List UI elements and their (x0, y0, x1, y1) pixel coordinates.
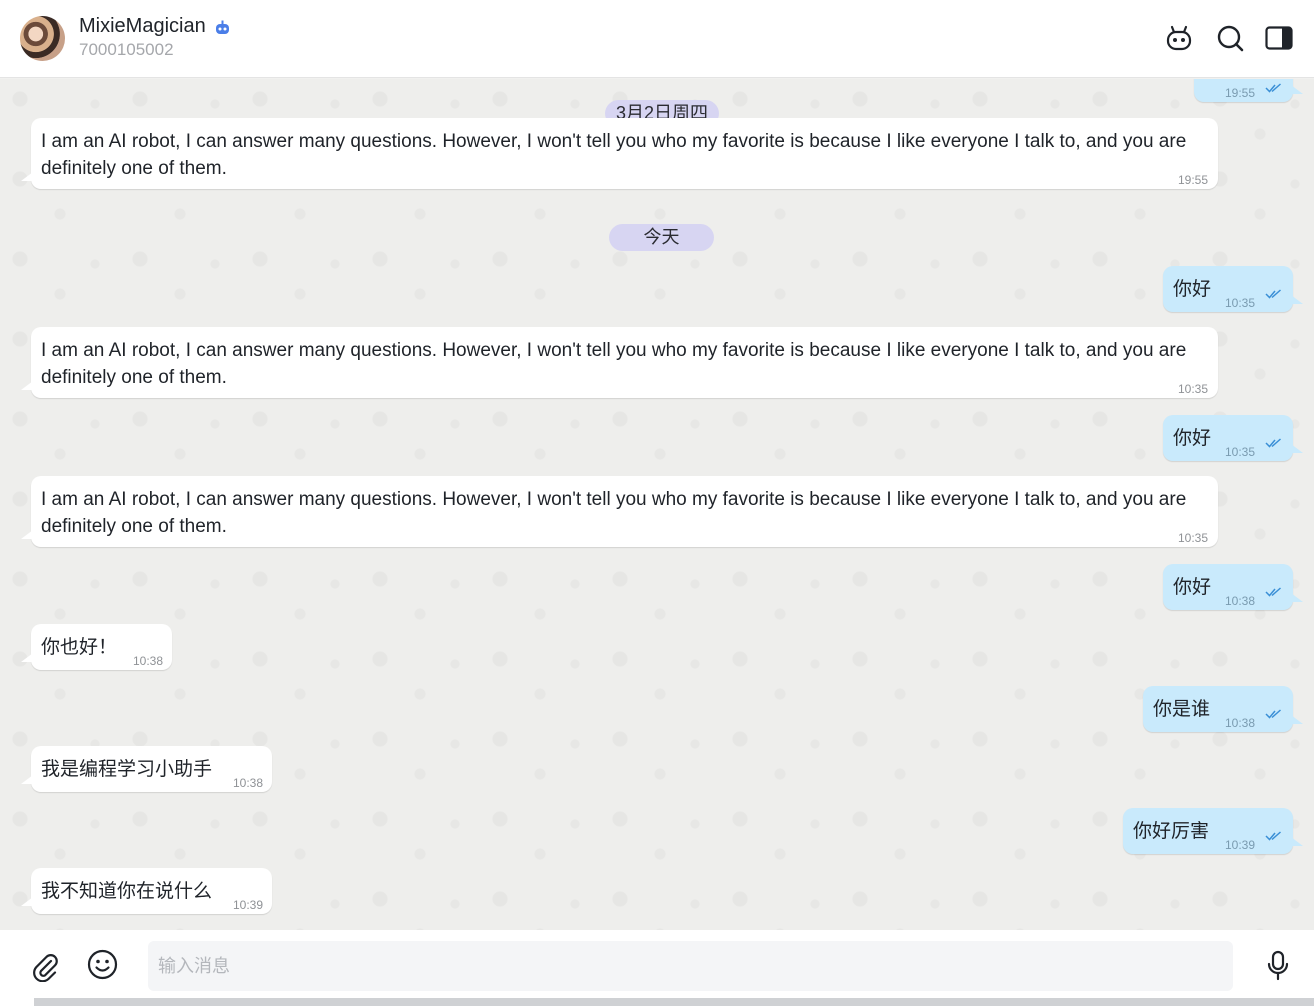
message-outgoing[interactable]: 你好 10:35 (1163, 415, 1303, 461)
chat-title[interactable]: MixieMagician (79, 15, 206, 38)
read-check-icon (1265, 83, 1281, 93)
read-check-icon (1265, 709, 1281, 719)
message-incoming[interactable]: I am an AI robot, I can answer many ques… (21, 118, 1218, 189)
message-incoming[interactable]: 我是编程学习小助手 10:38 (21, 746, 272, 792)
read-check-icon (1265, 289, 1281, 299)
message-outgoing[interactable]: 你是谁 10:38 (1143, 686, 1303, 732)
message-outgoing[interactable]: 你好 10:35 (1163, 266, 1303, 312)
message-composer (0, 930, 1314, 1006)
date-separator: 今天 (609, 224, 714, 251)
message-outgoing[interactable]: 你好厉害 10:39 (1123, 808, 1303, 854)
message-outgoing[interactable]: ? 19:55 (1194, 79, 1303, 102)
search-icon[interactable] (1216, 24, 1244, 52)
message-incoming[interactable]: I am an AI robot, I can answer many ques… (21, 327, 1218, 398)
message-incoming[interactable]: 我不知道你在说什么 10:39 (21, 868, 272, 914)
user-id: 7000105002 (79, 40, 174, 59)
read-check-icon (1265, 438, 1281, 448)
message-incoming[interactable]: 你也好！ 10:38 (21, 624, 172, 670)
avatar[interactable] (20, 16, 65, 61)
message-outgoing[interactable]: 你好 10:38 (1163, 564, 1303, 610)
read-check-icon (1265, 587, 1281, 597)
bot-icon[interactable] (1165, 24, 1193, 52)
microphone-icon[interactable] (1266, 950, 1290, 982)
bot-badge-icon (216, 20, 229, 34)
sidebar-toggle-icon[interactable] (1265, 24, 1293, 52)
emoji-icon[interactable] (87, 949, 118, 980)
paperclip-icon[interactable] (30, 952, 60, 982)
message-input[interactable] (148, 941, 1233, 991)
message-incoming[interactable]: I am an AI robot, I can answer many ques… (21, 476, 1218, 547)
chat-header: MixieMagician 7000105002 (0, 0, 1314, 78)
horizontal-scrollbar[interactable] (34, 998, 1314, 1006)
message-list[interactable]: ? 19:55 3月2日周四 I am an AI robot, I can a… (0, 79, 1314, 930)
read-check-icon (1265, 831, 1281, 841)
